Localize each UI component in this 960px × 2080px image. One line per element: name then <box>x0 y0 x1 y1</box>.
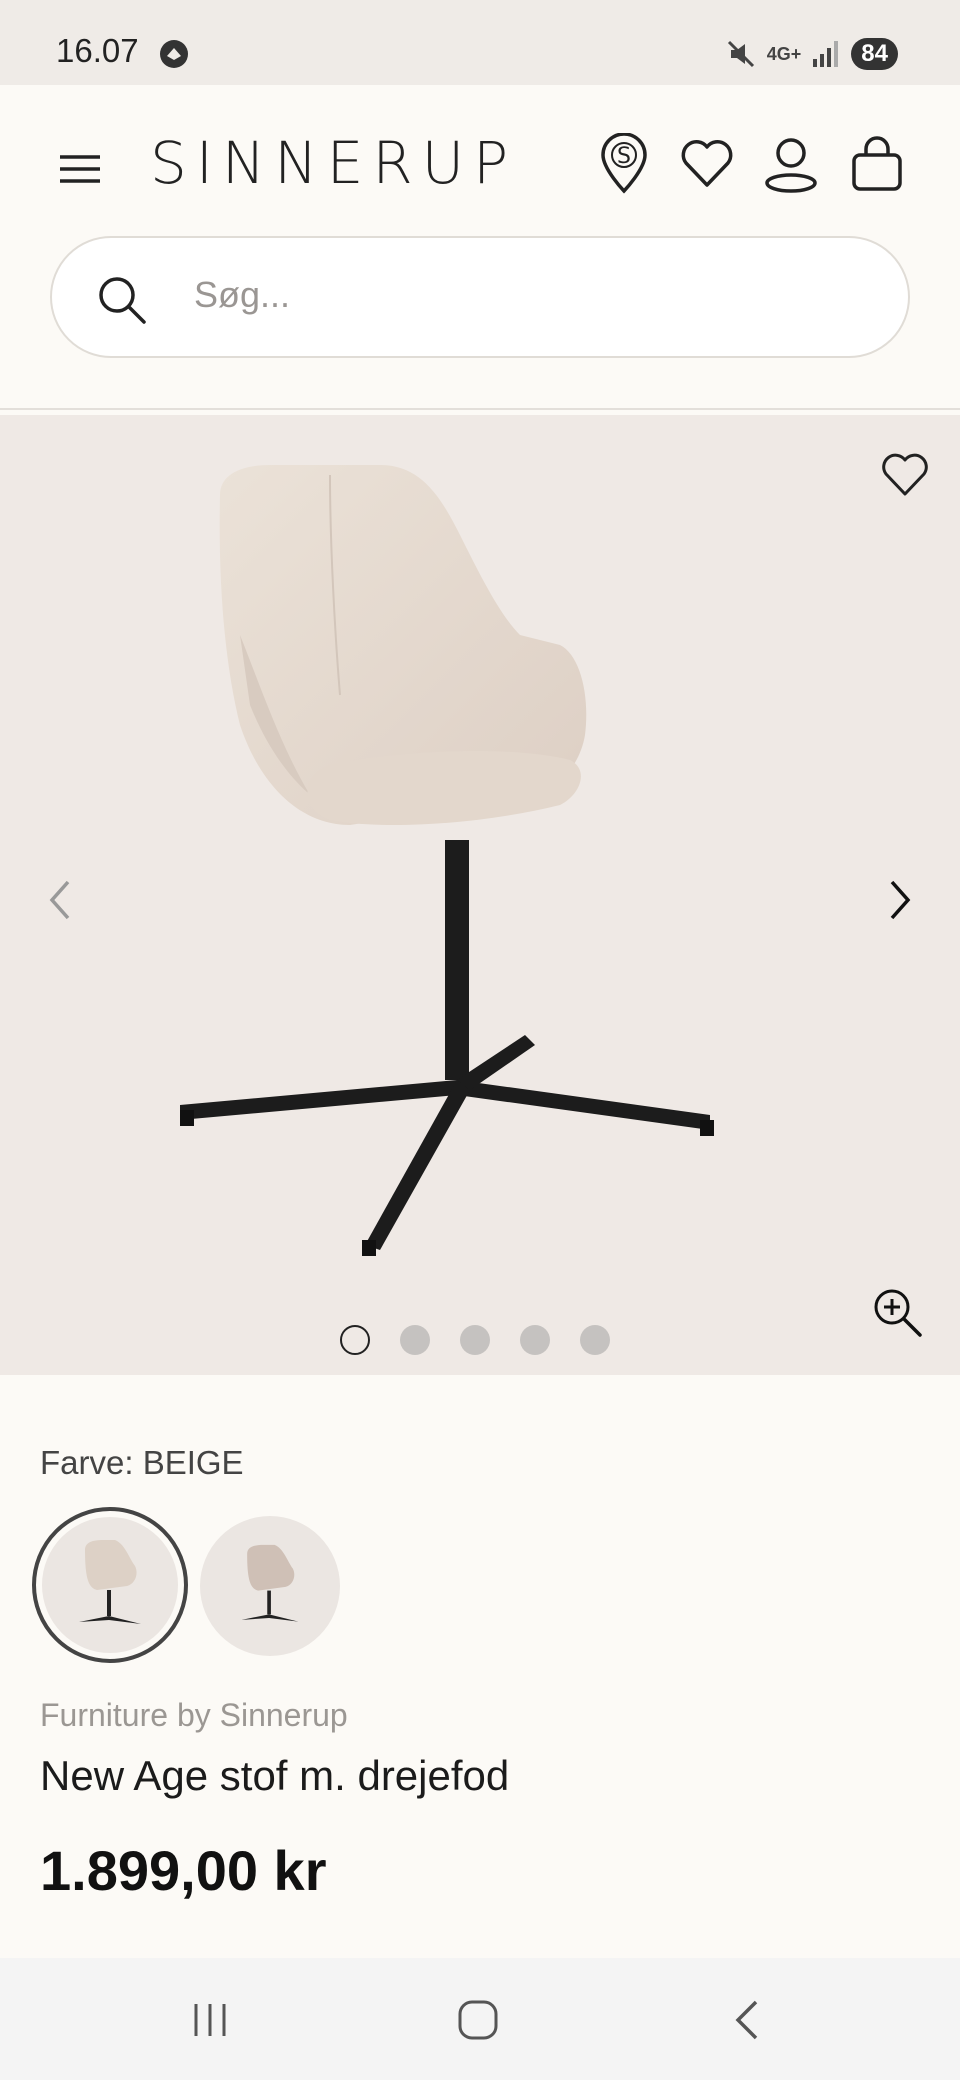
product-title: New Age stof m. drejefod <box>40 1752 510 1799</box>
product-price: 1.899,00 kr <box>40 1839 327 1902</box>
network-type: 4G+ <box>766 44 802 64</box>
product-image <box>180 465 714 1256</box>
status-time: 16.07 <box>56 32 139 69</box>
status-indicators: 4G+ 84 <box>725 34 898 74</box>
gallery-dot[interactable] <box>460 1325 490 1355</box>
color-swatch-beige[interactable] <box>32 1507 188 1663</box>
account-icon[interactable] <box>762 133 820 195</box>
previous-image-icon[interactable] <box>40 870 80 930</box>
menu-icon[interactable] <box>56 145 104 193</box>
swatch-thumbnail <box>241 1544 299 1622</box>
battery-level: 84 <box>851 38 898 70</box>
favorite-icon[interactable] <box>880 450 930 500</box>
site-header: SINNERUP S Søg... <box>0 85 960 410</box>
search-bar[interactable]: Søg... <box>50 236 910 358</box>
store-locator-icon[interactable]: S <box>595 133 653 195</box>
logo[interactable]: SINNERUP <box>150 129 517 197</box>
wishlist-icon[interactable] <box>678 133 736 195</box>
color-swatch-alternate[interactable] <box>200 1516 340 1656</box>
search-input[interactable]: Søg... <box>194 274 290 316</box>
product-brand[interactable]: Furniture by Sinnerup <box>40 1697 348 1734</box>
zoom-icon[interactable] <box>870 1285 926 1341</box>
status-bar: 16.07 4G+ 84 <box>0 0 960 85</box>
home-icon[interactable] <box>454 1996 502 2044</box>
system-nav-bar <box>0 1958 960 2080</box>
search-icon <box>99 277 146 324</box>
swatch-thumbnail <box>79 1540 141 1624</box>
gallery-dot[interactable] <box>340 1325 370 1355</box>
mute-icon <box>727 40 754 68</box>
cart-icon[interactable] <box>848 133 906 195</box>
signal-icon <box>813 41 839 67</box>
gallery-dot[interactable] <box>400 1325 430 1355</box>
back-icon[interactable] <box>724 1996 772 2044</box>
color-label: Farve: BEIGE <box>40 1444 244 1481</box>
gallery-pagination <box>340 1325 610 1355</box>
gallery-dot[interactable] <box>520 1325 550 1355</box>
next-image-icon[interactable] <box>880 870 920 930</box>
gallery-dot[interactable] <box>580 1325 610 1355</box>
app-notification-icon <box>160 40 188 68</box>
product-gallery[interactable] <box>0 415 960 1375</box>
recent-apps-icon[interactable] <box>186 1996 234 2044</box>
